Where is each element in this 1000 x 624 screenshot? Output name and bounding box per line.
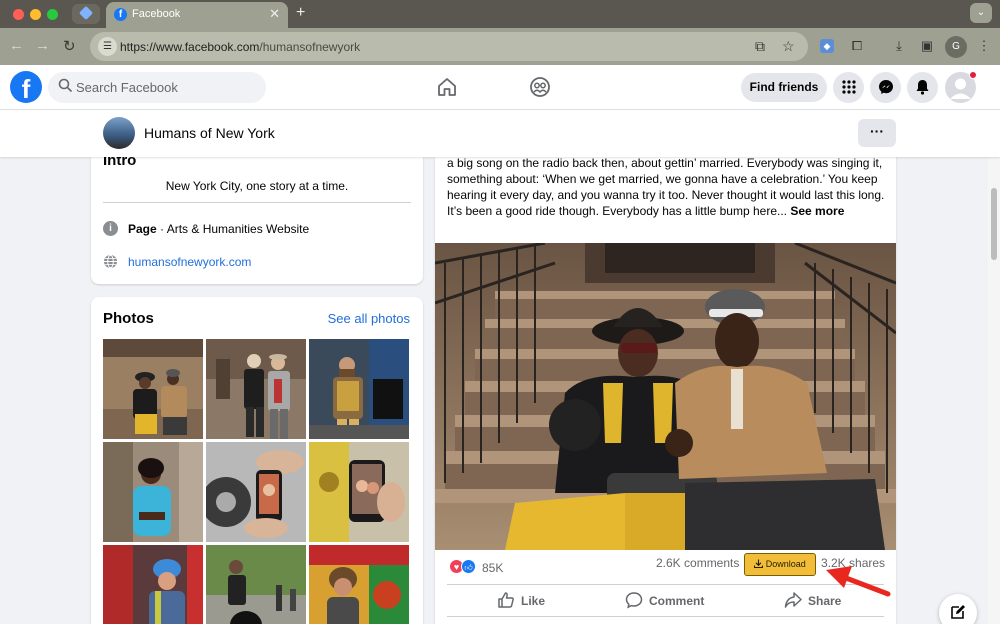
post-photo[interactable]: [435, 243, 896, 550]
category-label: Page: [128, 222, 157, 236]
photos-card: Photos See all photos: [91, 297, 423, 624]
pinned-tab[interactable]: [72, 4, 100, 24]
url-path: /humansofnewyork: [259, 40, 361, 54]
see-all-photos-link[interactable]: See all photos: [328, 311, 410, 326]
url-host: https://www.facebook.com: [120, 40, 260, 54]
browser-toolbar: ← → ↻ ☰ https://www.facebook.com/humanso…: [0, 28, 1000, 65]
tab-close-icon[interactable]: ✕: [269, 6, 280, 22]
facebook-logo[interactable]: f: [10, 71, 42, 104]
photo-thumbnail[interactable]: [103, 442, 203, 542]
share-label: Share: [808, 594, 842, 608]
page-title[interactable]: Humans of New York: [144, 125, 275, 141]
search-box[interactable]: [48, 72, 266, 103]
reaction-count: 85K: [482, 561, 504, 575]
tab-facebook[interactable]: f Facebook ✕: [106, 2, 288, 28]
share-icon: [784, 592, 802, 608]
browser-menu-icon[interactable]: ⋮: [975, 37, 993, 55]
photo-thumbnail[interactable]: [206, 545, 306, 624]
intro-card: Intro New York City, one story at a time…: [91, 140, 423, 284]
photo-thumbnail[interactable]: [103, 545, 203, 624]
post-card: a big song on the radio back then, about…: [435, 140, 896, 624]
download-button[interactable]: Download: [744, 553, 816, 576]
post-text: a big song on the radio back then, about…: [447, 155, 887, 219]
tab-title: Facebook: [132, 8, 181, 20]
install-app-icon[interactable]: ⧉: [755, 38, 765, 55]
extensions-puzzle-icon[interactable]: ⧠: [848, 37, 866, 55]
browser-profile-avatar[interactable]: G: [945, 36, 967, 58]
new-tab-button[interactable]: +: [296, 4, 305, 22]
thumbs-up-icon: [498, 592, 514, 608]
comments-count[interactable]: 2.6K comments: [656, 556, 739, 570]
facebook-top-nav: f Find friends: [0, 65, 1000, 110]
info-icon: i: [103, 221, 118, 236]
divider: [103, 202, 411, 203]
back-button[interactable]: ←: [9, 37, 24, 54]
side-panel-icon[interactable]: ▣: [918, 37, 936, 55]
account-avatar[interactable]: [945, 71, 977, 103]
minimize-window-button[interactable]: [30, 9, 41, 20]
like-label: Like: [521, 594, 546, 608]
page-avatar[interactable]: [103, 117, 135, 149]
photos-heading: Photos: [103, 310, 154, 327]
search-input[interactable]: [76, 72, 256, 103]
photo-thumbnail[interactable]: [309, 339, 409, 439]
globe-icon: [104, 254, 117, 269]
site-info-icon[interactable]: ☰: [98, 37, 117, 56]
website-link[interactable]: humansofnewyork.com: [128, 255, 251, 269]
compose-icon[interactable]: [939, 594, 977, 624]
divider: [447, 584, 884, 585]
intro-bio: New York City, one story at a time.: [165, 179, 349, 193]
download-icon: [754, 559, 764, 569]
messenger-icon[interactable]: [870, 72, 901, 103]
home-icon[interactable]: [435, 75, 459, 99]
category-value: · Arts & Humanities Website: [156, 222, 310, 236]
browser-tab-bar: f Facebook ✕ + ⌄: [0, 0, 1000, 28]
photo-thumbnail[interactable]: [206, 442, 306, 542]
scrollbar-thumb[interactable]: [991, 188, 997, 260]
maximize-window-button[interactable]: [47, 9, 58, 20]
extension-shield-icon[interactable]: ◆: [820, 39, 834, 53]
close-window-button[interactable]: [13, 9, 24, 20]
download-label: Download: [765, 559, 806, 569]
address-bar[interactable]: ☰ https://www.facebook.com/humansofnewyo…: [90, 32, 808, 61]
page-header-bar: Humans of New York ···: [0, 110, 1000, 157]
photo-thumbnail[interactable]: [206, 339, 306, 439]
comment-label: Comment: [649, 594, 705, 608]
photo-thumbnail[interactable]: [309, 442, 409, 542]
gem-icon: [78, 5, 94, 21]
groups-icon[interactable]: [528, 75, 552, 99]
downloads-icon[interactable]: ⤓: [890, 37, 908, 55]
reload-button[interactable]: ↻: [63, 37, 76, 55]
photo-thumbnail[interactable]: [103, 339, 203, 439]
see-more-link[interactable]: See more: [790, 204, 844, 218]
bookmark-star-icon[interactable]: ☆: [782, 38, 795, 55]
menu-grid-icon[interactable]: [833, 72, 864, 103]
like-reaction-icon: 👍︎: [461, 559, 476, 574]
page-more-button[interactable]: ···: [858, 119, 896, 147]
divider: [447, 616, 884, 617]
comment-icon: [625, 592, 643, 609]
facebook-favicon-icon: f: [114, 8, 127, 21]
tab-search-button[interactable]: ⌄: [970, 3, 992, 23]
url-text[interactable]: https://www.facebook.com/humansofnewyork: [120, 40, 360, 54]
find-friends-button[interactable]: Find friends: [741, 73, 827, 102]
bell-icon[interactable]: [907, 72, 938, 103]
shares-count[interactable]: 3.2K shares: [821, 556, 885, 570]
forward-button[interactable]: →: [35, 37, 50, 54]
notification-dot: [969, 71, 977, 79]
search-icon: [58, 78, 72, 95]
photo-thumbnail[interactable]: [309, 545, 409, 624]
category-text: Page · Arts & Humanities Website: [128, 222, 309, 236]
